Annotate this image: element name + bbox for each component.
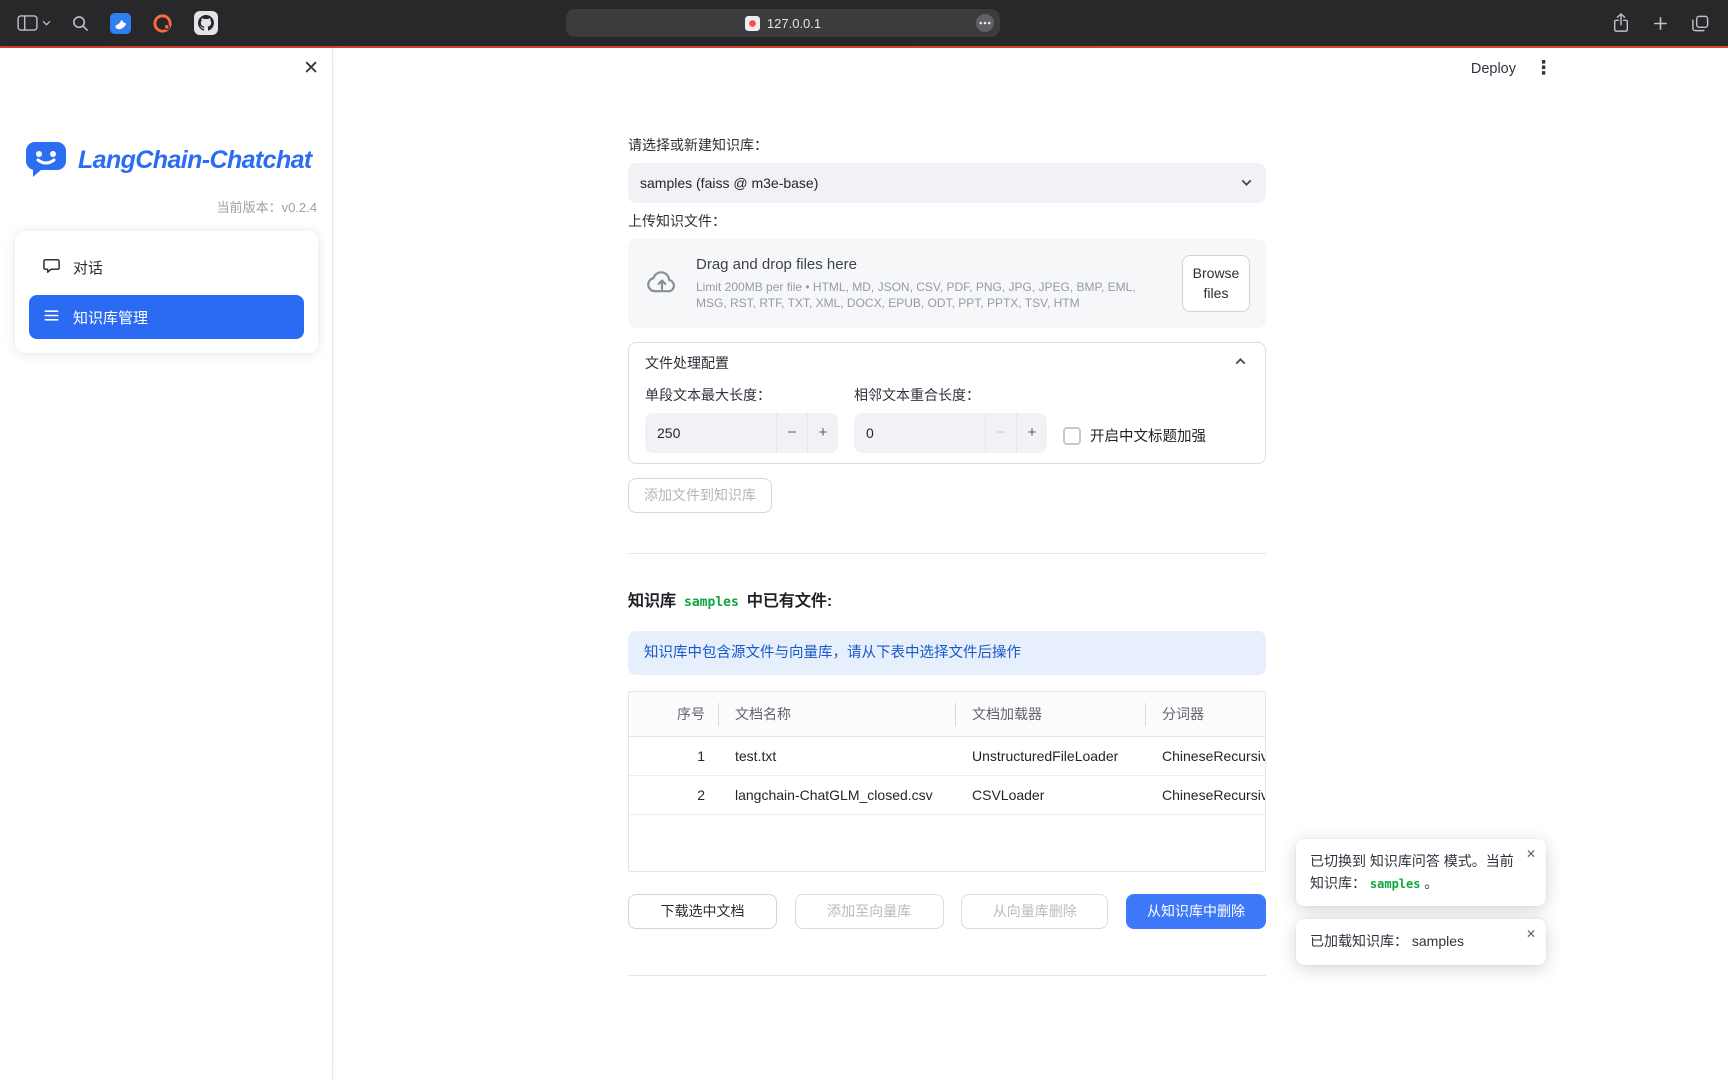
cell-loader: UnstructuredFileLoader xyxy=(956,748,1146,764)
table-header-row: 序号 文档名称 文档加载器 分词器 xyxy=(629,692,1265,737)
zh-title-enhance-label: 开启中文标题加强 xyxy=(1090,425,1206,446)
cell-index: 1 xyxy=(629,748,719,764)
sidebar-item-label: 知识库管理 xyxy=(73,307,148,328)
info-banner: 知识库中包含源文件与向量库，请从下表中选择文件后操作 xyxy=(628,631,1266,675)
table-header-loader[interactable]: 文档加载器 xyxy=(956,692,1146,736)
dropzone-title: Drag and drop files here xyxy=(696,256,1166,273)
page-settings-icon[interactable] xyxy=(976,14,994,32)
divider xyxy=(628,553,1266,554)
browser-toolbar: 127.0.0.1 xyxy=(0,0,1728,46)
chunk-size-label: 单段文本最大长度： xyxy=(645,385,838,405)
sidebar-item-knowledge-base[interactable]: 知识库管理 xyxy=(29,295,304,339)
table-header-name[interactable]: 文档名称 xyxy=(719,692,956,736)
chunk-size-input[interactable]: 250 − + xyxy=(645,413,838,453)
app-version: 当前版本：v0.2.4 xyxy=(217,197,317,216)
cell-name: test.txt xyxy=(719,748,956,764)
delete-from-kb-button[interactable]: 从知识库中删除 xyxy=(1126,894,1266,929)
table-header-index[interactable]: 序号 xyxy=(629,692,719,736)
download-selected-button[interactable]: 下载选中文档 xyxy=(628,894,777,929)
kb-select-label: 请选择或新建知识库： xyxy=(628,135,1266,155)
overlap-size-label: 相邻文本重合长度： xyxy=(854,385,1047,405)
file-config-expander: 文件处理配置 单段文本最大长度： 250 − + 相邻文本重合长度： xyxy=(628,342,1266,464)
main-menu-kebab-icon[interactable]: ⋮ xyxy=(1534,59,1553,78)
expander-header[interactable]: 文件处理配置 xyxy=(629,343,1265,383)
dropzone-hint: Limit 200MB per file • HTML, MD, JSON, C… xyxy=(696,279,1166,311)
table-header-splitter[interactable]: 分词器 xyxy=(1146,692,1265,736)
table-row[interactable]: 1 test.txt UnstructuredFileLoader Chines… xyxy=(629,737,1265,776)
cell-index: 2 xyxy=(629,787,719,803)
chevron-up-icon xyxy=(1232,353,1249,373)
sidebar-close-icon[interactable]: ✕ xyxy=(303,59,319,78)
add-files-to-kb-button[interactable]: 添加文件到知识库 xyxy=(628,478,772,513)
zh-title-enhance-checkbox[interactable] xyxy=(1063,427,1081,445)
existing-files-heading: 知识库 samples 中已有文件: xyxy=(628,587,1266,611)
toast-text: 。 xyxy=(1424,875,1438,891)
chat-bubble-icon xyxy=(42,256,61,279)
delete-from-vector-store-button[interactable]: 从向量库删除 xyxy=(961,894,1108,929)
cell-name: langchain-ChatGLM_closed.csv xyxy=(719,787,956,803)
github-icon[interactable] xyxy=(194,11,218,35)
add-to-vector-store-button[interactable]: 添加至向量库 xyxy=(795,894,944,929)
upload-label: 上传知识文件： xyxy=(628,211,1266,231)
sidebar-toggle-button[interactable] xyxy=(17,15,51,31)
cell-loader: CSVLoader xyxy=(956,787,1146,803)
cloud-upload-icon xyxy=(644,265,680,302)
toast-text: 已加载知识库： xyxy=(1310,933,1408,949)
toast-stack: 已切换到 知识库问答 模式。当前知识库： samples 。 ✕ 已加载知识库：… xyxy=(1296,839,1546,965)
sidebar-item-dialogue[interactable]: 对话 xyxy=(29,245,304,289)
browse-files-button[interactable]: Browse files xyxy=(1182,255,1250,312)
overlap-size-input[interactable]: 0 − + xyxy=(854,413,1047,453)
share-icon[interactable] xyxy=(1612,12,1630,34)
kb-name-code: samples xyxy=(684,595,739,610)
cell-splitter: ChineseRecursive xyxy=(1146,787,1265,803)
page-content: 请选择或新建知识库： samples (faiss @ m3e-base) 上传… xyxy=(628,48,1266,976)
browser-extension-blue-icon[interactable] xyxy=(110,13,131,34)
chunk-size-increment-button[interactable]: + xyxy=(807,413,838,453)
kb-selected-value: samples (faiss @ m3e-base) xyxy=(640,175,818,191)
knowledge-base-icon xyxy=(42,306,61,329)
toast-kb-code: samples xyxy=(1370,877,1421,891)
logo-chat-icon xyxy=(24,138,68,183)
table-row[interactable]: 2 langchain-ChatGLM_closed.csv CSVLoader… xyxy=(629,776,1265,815)
url-text: 127.0.0.1 xyxy=(767,16,821,31)
overlap-size-increment-button[interactable]: + xyxy=(1016,413,1047,453)
new-tab-icon[interactable] xyxy=(1652,15,1669,32)
toast-mode-switched: 已切换到 知识库问答 模式。当前知识库： samples 。 ✕ xyxy=(1296,839,1546,906)
heading-suffix: 中已有文件: xyxy=(747,587,832,611)
cell-splitter: ChineseRecursive xyxy=(1146,748,1265,764)
search-icon[interactable] xyxy=(72,15,89,32)
sidebar-item-label: 对话 xyxy=(73,257,103,278)
address-bar[interactable]: 127.0.0.1 xyxy=(566,9,1000,37)
expander-title: 文件处理配置 xyxy=(645,353,729,373)
tab-overview-icon[interactable] xyxy=(1691,14,1710,33)
deploy-button[interactable]: Deploy xyxy=(1471,61,1516,77)
site-favicon xyxy=(745,16,760,31)
chevron-down-icon xyxy=(42,20,51,26)
toast-kb-loaded: 已加载知识库： samples ✕ xyxy=(1296,919,1546,965)
divider xyxy=(628,975,1266,976)
app-logo: LangChain-Chatchat xyxy=(24,138,312,183)
toast-close-icon[interactable]: ✕ xyxy=(1526,928,1536,940)
chunk-size-value[interactable]: 250 xyxy=(645,425,776,441)
app-title: LangChain-Chatchat xyxy=(78,146,312,175)
browser-extension-orange-icon[interactable] xyxy=(152,13,173,34)
sidebar: ✕ LangChain-Chatchat 当前版本：v0.2.4 对话 知识库管… xyxy=(0,48,333,1080)
file-dropzone[interactable]: Drag and drop files here Limit 200MB per… xyxy=(628,239,1266,328)
kb-selectbox[interactable]: samples (faiss @ m3e-base) xyxy=(628,163,1266,203)
table-action-buttons: 下载选中文档 添加至向量库 从向量库删除 从知识库中删除 xyxy=(628,894,1266,929)
sidebar-menu: 对话 知识库管理 xyxy=(15,231,318,353)
toast-kb-value: samples xyxy=(1412,933,1464,949)
toast-close-icon[interactable]: ✕ xyxy=(1526,848,1536,860)
files-table: 序号 文档名称 文档加载器 分词器 1 test.txt Unstructure… xyxy=(628,691,1266,872)
chunk-size-decrement-button[interactable]: − xyxy=(776,413,807,453)
heading-prefix: 知识库 xyxy=(628,587,676,611)
overlap-size-decrement-button[interactable]: − xyxy=(985,413,1016,453)
chevron-down-icon xyxy=(1238,174,1255,194)
overlap-size-value[interactable]: 0 xyxy=(854,425,985,441)
